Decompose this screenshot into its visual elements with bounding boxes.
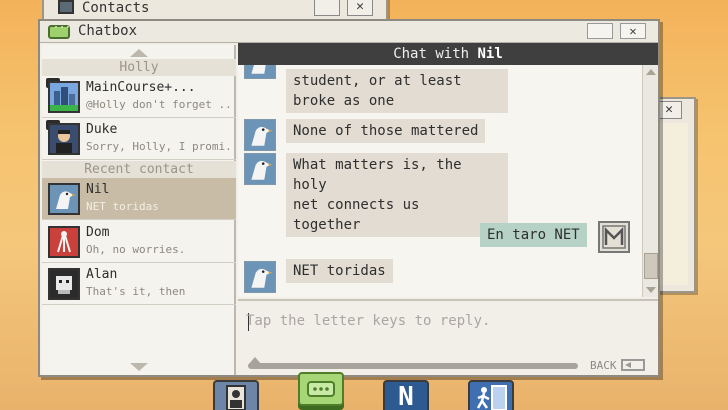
bird-avatar xyxy=(48,183,80,215)
message-list: student, or at least broke as one None o… xyxy=(238,65,642,297)
contact-name: Dom xyxy=(86,225,110,240)
chatbox-title: Chatbox xyxy=(78,23,138,39)
contact-item-nil[interactable]: Nil NET toridas xyxy=(42,178,236,220)
dock-chat-button[interactable] xyxy=(298,372,344,406)
message-line: student, or at least xyxy=(293,73,462,89)
contact-item-alan[interactable]: Alan That's it, then xyxy=(42,263,236,305)
scroll-up-icon[interactable] xyxy=(646,69,656,75)
message-scrollbar[interactable] xyxy=(642,65,658,297)
message-line: broke as one xyxy=(293,93,395,109)
message-bubble: NET toridas xyxy=(286,259,393,283)
chat-bubble-icon xyxy=(48,22,71,39)
message-line: What matters is, the holy xyxy=(293,157,462,193)
dock-net-button[interactable]: N xyxy=(383,380,429,410)
back-label: BACK xyxy=(590,358,617,372)
reply-input[interactable] xyxy=(246,309,646,333)
net-logo-icon: N xyxy=(398,382,414,410)
contact-list-scroll-down-icon[interactable] xyxy=(130,363,148,371)
back-arrow-icon xyxy=(620,359,645,371)
chatbox-titlebar[interactable]: Chatbox ✕ xyxy=(40,21,658,43)
progress-track[interactable] xyxy=(248,363,578,369)
alan-avatar xyxy=(48,268,80,300)
message-line: En taro NET xyxy=(487,227,580,243)
contact-preview: @Holly don't forget ... xyxy=(86,98,232,111)
contact-item-dom[interactable]: Dom Oh, no worries. xyxy=(42,221,236,263)
contact-name: Alan xyxy=(86,267,118,282)
bird-avatar-icon xyxy=(244,65,276,79)
dom-avatar xyxy=(48,226,80,258)
my-avatar-icon xyxy=(598,221,630,253)
scroll-down-icon[interactable] xyxy=(646,287,656,293)
bird-avatar-icon xyxy=(244,153,276,185)
contact-preview: Sorry, Holly, I promi... xyxy=(86,140,232,153)
contacts-icon xyxy=(58,0,74,14)
contact-item-maincourse[interactable]: MainCourse+... @Holly don't forget ... xyxy=(42,76,236,118)
chat-header-name: Nil xyxy=(477,46,503,62)
message-bubble: student, or at least broke as one xyxy=(286,69,508,113)
contact-name: Nil xyxy=(86,182,110,197)
recent-contact-label: Recent contact xyxy=(42,161,236,178)
bird-avatar-icon xyxy=(244,119,276,151)
duke-avatar xyxy=(48,123,80,155)
dock-exit-button[interactable] xyxy=(468,380,514,410)
contact-name: Duke xyxy=(86,122,118,137)
reply-area: BACK xyxy=(238,299,658,375)
city-avatar xyxy=(48,81,80,113)
group-label: Holly xyxy=(42,59,236,76)
scrollbar-thumb[interactable] xyxy=(644,253,658,279)
my-message-bubble: En taro NET xyxy=(480,223,587,247)
contact-list-scroll-up-icon[interactable] xyxy=(130,49,148,57)
contact-preview: That's it, then xyxy=(86,285,186,298)
message-line: None of those mattered xyxy=(293,123,479,139)
contact-preview: NET toridas xyxy=(86,200,159,213)
contact-name: MainCourse+... xyxy=(86,80,196,95)
chat-header: Chat with Nil xyxy=(238,43,658,65)
message-line: net connects us xyxy=(293,197,420,213)
message-bubble: What matters is, the holy net connects u… xyxy=(286,153,508,237)
bird-avatar-icon xyxy=(244,261,276,293)
contact-list: Holly MainCourse+... @Holly don't forget… xyxy=(42,45,236,375)
contacts-minimize-button[interactable] xyxy=(314,0,340,16)
chat-header-prefix: Chat with xyxy=(393,46,478,62)
back-button[interactable]: BACK xyxy=(590,357,645,373)
dock-contacts-button[interactable] xyxy=(213,380,259,410)
chatbox-minimize-button[interactable] xyxy=(587,23,613,39)
contacts-window-title: Contacts xyxy=(82,0,150,16)
message-bubble: None of those mattered xyxy=(286,119,486,143)
message-line: together xyxy=(293,217,361,233)
contact-item-duke[interactable]: Duke Sorry, Holly, I promi... xyxy=(42,118,236,160)
contacts-close-button[interactable]: ✕ xyxy=(347,0,373,16)
chatbox-close-button[interactable]: ✕ xyxy=(620,23,646,39)
contact-preview: Oh, no worries. xyxy=(86,243,186,256)
message-line: NET toridas xyxy=(293,263,386,279)
chatbox-window: Chatbox ✕ Holly MainCourse+... @Holly do… xyxy=(38,19,660,377)
